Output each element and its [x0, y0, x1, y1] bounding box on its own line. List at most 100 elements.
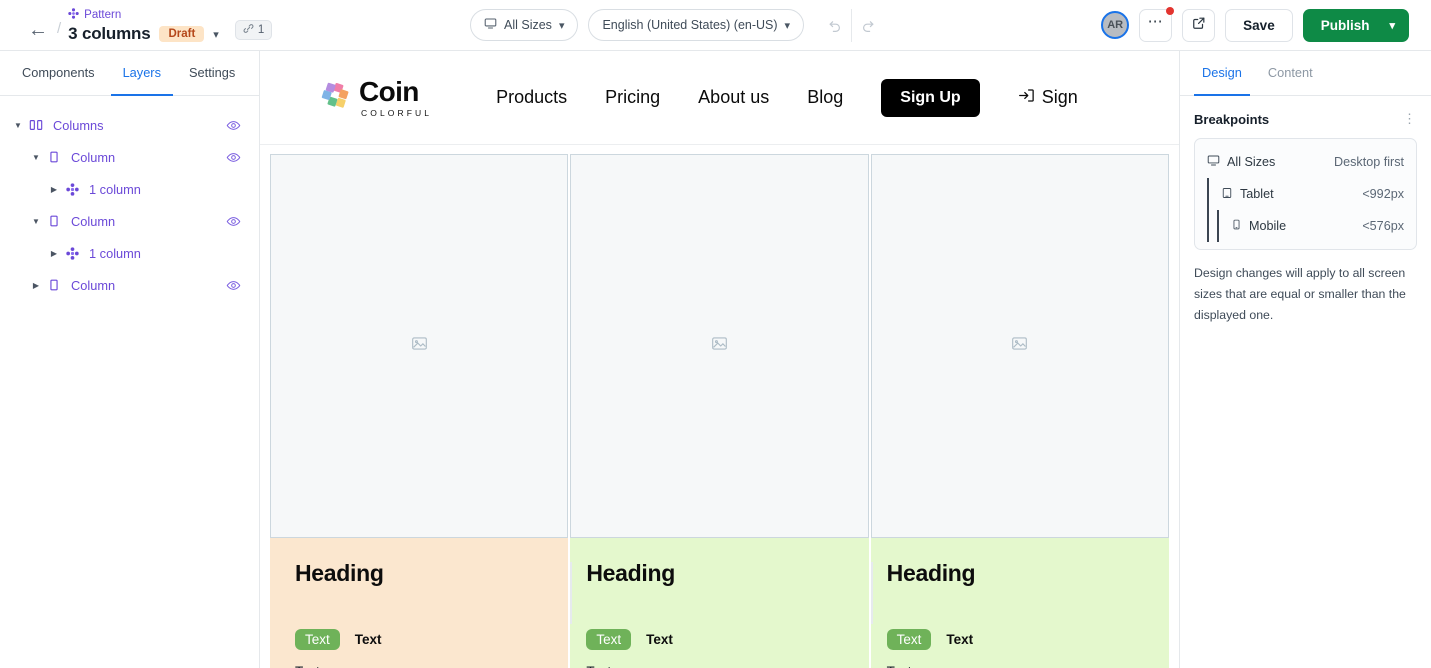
- site-logo[interactable]: Coin COLORFUL: [320, 78, 432, 118]
- layers-tree: ▼ Columns ▼: [0, 96, 259, 301]
- tablet-icon: [1221, 187, 1233, 202]
- image-placeholder-2[interactable]: [570, 154, 868, 538]
- site-header: Coin COLORFUL Products Pricing About us …: [260, 51, 1179, 145]
- card-3[interactable]: Heading Text Text Text: [871, 538, 1169, 668]
- breakpoint-mobile[interactable]: Mobile <576px: [1195, 210, 1416, 242]
- twisty-expanded-icon[interactable]: ▼: [28, 217, 44, 226]
- layer-row-column-2[interactable]: ▼ Column: [0, 205, 259, 237]
- layer-row-column-3[interactable]: ▶ Column: [0, 269, 259, 301]
- breakpoints-list: All Sizes Desktop first Tablet <: [1194, 138, 1417, 250]
- column-icon: [44, 278, 64, 292]
- linked-entries-count: 1: [258, 24, 264, 36]
- status-badge: Draft: [159, 26, 204, 42]
- mobile-icon: [1231, 219, 1242, 233]
- breakpoint-guide-line: [1207, 210, 1209, 242]
- card-badge-row: Text Text: [887, 629, 1159, 650]
- status-badge: Text: [586, 629, 631, 650]
- breadcrumb: Pattern 3 columns Draft ▾: [68, 7, 219, 44]
- layer-row-column-1[interactable]: ▼ Column: [0, 141, 259, 173]
- sign-in-link[interactable]: Sign: [1018, 87, 1078, 109]
- visibility-toggle-icon[interactable]: [226, 118, 241, 133]
- locale-selector[interactable]: English (United States) (en-US) ▾: [588, 9, 804, 41]
- card-plain-text: Text: [586, 664, 858, 668]
- card-1[interactable]: Heading Text Text Text: [270, 538, 568, 668]
- pattern-breadcrumb-item[interactable]: Pattern: [68, 7, 219, 23]
- publish-label: Publish: [1321, 18, 1370, 33]
- section-title: Breakpoints: [1194, 112, 1269, 127]
- publish-button[interactable]: Publish ▾: [1303, 9, 1409, 42]
- tab-layers[interactable]: Layers: [111, 51, 173, 96]
- twisty-expanded-icon[interactable]: ▼: [28, 153, 44, 162]
- nav-link-pricing[interactable]: Pricing: [605, 87, 660, 108]
- visibility-toggle-icon[interactable]: [226, 214, 241, 229]
- chevron-down-icon[interactable]: ▾: [1389, 19, 1395, 32]
- column-3[interactable]: Heading Text Text Text: [871, 154, 1169, 668]
- twisty-collapsed-icon[interactable]: ▶: [46, 185, 62, 194]
- toolbar-left-group: ← / Pattern 3 columns Draft: [0, 6, 470, 44]
- column-2[interactable]: Heading Text Text Text: [570, 154, 868, 668]
- layer-label: Column: [71, 214, 115, 229]
- document-title-row: 3 columns Draft ▾: [68, 24, 219, 44]
- breakpoint-tablet[interactable]: Tablet <992px: [1195, 178, 1416, 210]
- image-placeholder-icon: [411, 335, 428, 357]
- tab-design[interactable]: Design: [1194, 51, 1250, 96]
- layer-row-columns[interactable]: ▼ Columns: [0, 109, 259, 141]
- undo-redo-group: [818, 9, 884, 42]
- card-bold-text: Text: [646, 632, 673, 647]
- visibility-toggle-icon[interactable]: [226, 150, 241, 165]
- left-sidebar-tabs: Components Layers Settings: [0, 51, 259, 96]
- card-2[interactable]: Heading Text Text Text: [570, 538, 868, 668]
- layer-row-1-column-1[interactable]: ▶ 1 column: [0, 173, 259, 205]
- card-heading: Heading: [887, 560, 1159, 587]
- sign-up-button[interactable]: Sign Up: [881, 79, 979, 117]
- logo-main-text: Coin: [359, 78, 432, 106]
- monitor-icon: [484, 17, 497, 33]
- redo-button[interactable]: [851, 9, 884, 42]
- breakpoints-header: Breakpoints ⋮: [1194, 111, 1417, 127]
- linked-entries-badge[interactable]: 1: [235, 20, 272, 40]
- chevron-down-icon[interactable]: ▾: [213, 28, 219, 41]
- status-badge: Text: [295, 629, 340, 650]
- visibility-toggle-icon[interactable]: [226, 278, 241, 293]
- tab-settings[interactable]: Settings: [177, 51, 247, 96]
- status-badge: Text: [887, 629, 932, 650]
- kebab-menu-icon[interactable]: ⋮: [1403, 111, 1417, 127]
- back-button[interactable]: ←: [28, 20, 48, 40]
- breakpoint-all-sizes[interactable]: All Sizes Desktop first: [1195, 146, 1416, 178]
- nav-link-about-us[interactable]: About us: [698, 87, 769, 108]
- undo-button[interactable]: [818, 9, 851, 42]
- card-body: Heading Text Text Text: [572, 560, 868, 668]
- device-size-selector[interactable]: All Sizes ▾: [470, 9, 578, 41]
- locale-label: English (United States) (en-US): [602, 18, 777, 32]
- app-root: ← / Pattern 3 columns Draft: [0, 0, 1431, 668]
- layer-row-1-column-2[interactable]: ▶ 1 column: [0, 237, 259, 269]
- image-placeholder-1[interactable]: [270, 154, 568, 538]
- image-placeholder-3[interactable]: [871, 154, 1169, 538]
- breakpoint-label: All Sizes: [1227, 155, 1275, 169]
- card-badge-row: Text Text: [586, 629, 858, 650]
- card-bold-text: Text: [355, 632, 382, 647]
- monitor-icon: [1207, 154, 1220, 170]
- twisty-collapsed-icon[interactable]: ▶: [28, 281, 44, 290]
- twisty-expanded-icon[interactable]: ▼: [10, 121, 26, 130]
- breakpoints-section: Breakpoints ⋮ All Sizes Desktop first: [1180, 96, 1431, 326]
- column-icon: [44, 214, 64, 228]
- tab-content[interactable]: Content: [1260, 51, 1321, 96]
- avatar[interactable]: AR: [1101, 11, 1129, 39]
- more-options-button[interactable]: ⋯: [1139, 9, 1172, 42]
- breakpoint-name: Tablet: [1209, 187, 1274, 202]
- save-button[interactable]: Save: [1225, 9, 1293, 42]
- card-plain-text: Text: [887, 664, 1159, 668]
- page-title: 3 columns: [68, 24, 150, 44]
- breakpoint-label: Tablet: [1240, 187, 1274, 201]
- open-external-button[interactable]: [1182, 9, 1215, 42]
- breakpoints-note: Design changes will apply to all screen …: [1194, 263, 1417, 326]
- layer-label: 1 column: [89, 182, 141, 197]
- column-1[interactable]: Heading Text Text Text: [270, 154, 568, 668]
- pattern-icon: [68, 6, 79, 24]
- twisty-collapsed-icon[interactable]: ▶: [46, 249, 62, 258]
- nav-link-products[interactable]: Products: [496, 87, 567, 108]
- nav-link-blog[interactable]: Blog: [807, 87, 843, 108]
- layer-label: Columns: [53, 118, 104, 133]
- tab-components[interactable]: Components: [10, 51, 107, 96]
